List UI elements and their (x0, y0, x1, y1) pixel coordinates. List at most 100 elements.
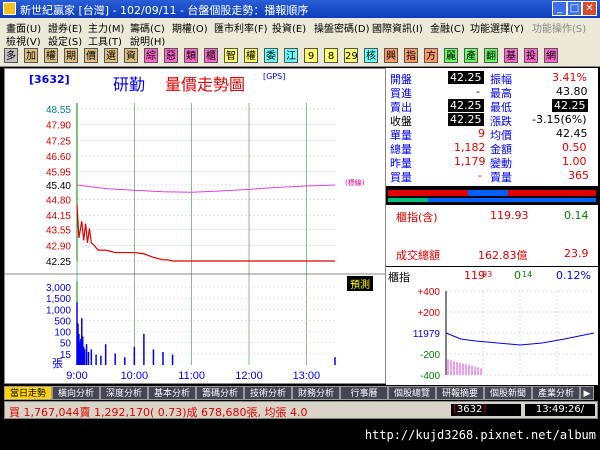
mini-change: 0 (514, 269, 521, 282)
volume-tick-label: 500 (54, 316, 71, 327)
otc-total-label: 成交總額 (396, 249, 440, 262)
mini-tick-label: +400 (417, 287, 440, 298)
toolbar-button-2[interactable]: 權 (44, 48, 58, 63)
quote-panel: 開盤 42.25 振幅 3.41% 買進 - 最高 43.80 賣出 42.25… (386, 68, 598, 385)
toolbar-button-21[interactable]: 方 (424, 48, 438, 63)
window-title: 新世紀贏家 [台灣] - 102/09/11 - 台盤個股走勢：播報順序 (20, 4, 309, 17)
toolbar-button-5[interactable]: 選 (104, 48, 118, 63)
toolbar-button-19[interactable]: 興 (384, 48, 398, 63)
app-window: 新世紀贏家 [台灣] - 102/09/11 - 台盤個股走勢：播報順序 _ □… (0, 0, 600, 450)
mini-pct: 0.12% (556, 269, 591, 282)
menu-forex[interactable]: 匯市利率(F) (214, 20, 268, 35)
toolbar-button-7[interactable]: 綜 (144, 48, 158, 63)
mini-tick-label: -200 (420, 350, 440, 361)
toolbar-button-8[interactable]: 惡 (164, 48, 178, 63)
toolbar-button-24[interactable]: 翻 (484, 48, 498, 63)
otc-value: 119.93 (490, 209, 529, 222)
menu-options[interactable]: 期權(O) (172, 20, 208, 35)
tab-10[interactable]: 個股新聞 (484, 386, 532, 400)
sell-vol-value: 365 (568, 169, 589, 182)
menu-bar: 畫面(U) 證券(E) 主力(M) 籌碼(C) 期權(O) 匯市利率(F) 投資… (0, 18, 600, 48)
time-tick-label: 11:00 (178, 370, 205, 382)
price-tick-label: 45.95 (46, 168, 71, 179)
otc-change: 0.14 (564, 209, 589, 222)
change-value: -3.15(6%) (532, 113, 587, 126)
otc-total-value: 162.83億 (478, 249, 528, 262)
bid-value: - (476, 85, 480, 98)
toolbar-button-12[interactable]: 權 (244, 48, 258, 63)
tab-3[interactable]: 基本分析 (148, 386, 196, 400)
title-bar: 新世紀贏家 [台灣] - 102/09/11 - 台盤個股走勢：播報順序 _ □… (0, 0, 600, 18)
toolbar-button-23[interactable]: 產 (464, 48, 478, 63)
menu-international[interactable]: 國際資訊(I) (372, 20, 423, 35)
app-icon (3, 2, 16, 15)
toolbar-button-1[interactable]: 加 (24, 48, 38, 63)
price-tick-label: 42.25 (46, 257, 71, 268)
menu-function-select[interactable]: 功能選擇(Y) (470, 20, 524, 35)
tab-8[interactable]: 個股總覽 (388, 386, 436, 400)
avg-value: 42.45 (556, 127, 588, 140)
price-tick-label: 47.90 (46, 121, 71, 132)
tab-6[interactable]: 財務分析 (292, 386, 340, 400)
price-tick-label: 43.55 (46, 226, 71, 237)
menu-function-operate[interactable]: 功能操作(S) (532, 20, 586, 35)
otc-mini-chart: +400 +200 11979 -200 -400 (413, 287, 595, 382)
buy-vol-value: - (478, 169, 482, 182)
toolbar: 多加權期價選資綜惡類櫃智權委江 9 8 29 核興指方麗產翻基投網 (0, 46, 600, 67)
tab-2[interactable]: 深度分析 (100, 386, 148, 400)
mini-chart-box: 櫃指 119 93 0 14 0.12% +400 +200 11979 -200 -4… (386, 266, 598, 385)
minimize-button[interactable]: _ (552, 1, 567, 16)
forecast-label[interactable]: 預測 (347, 276, 373, 291)
price-tick-label: 46.60 (46, 152, 71, 163)
toolbar-button-0[interactable]: 多 (4, 48, 18, 63)
buy-vol-label: 買量 (390, 171, 412, 184)
open-value: 42.25 (448, 71, 484, 84)
toolbar-button-11[interactable]: 智 (224, 48, 238, 63)
high-value: 43.80 (556, 85, 588, 98)
toolbar-button-27[interactable]: 網 (544, 48, 558, 63)
prev-vol-value: 1,179 (454, 155, 486, 168)
menu-investment[interactable]: 投資(E) (272, 20, 306, 35)
status-code-box[interactable]: [3632] (451, 404, 521, 416)
close-button[interactable]: ✕ (582, 1, 597, 16)
toolbar-button-13[interactable]: 委 (264, 48, 278, 63)
low-value: 42.25 (552, 99, 588, 112)
maximize-button[interactable]: □ (567, 1, 582, 16)
toolbar-button-22[interactable]: 麗 (444, 48, 458, 63)
toolbar-button-15[interactable]: 9 (304, 48, 318, 63)
toolbar-button-18[interactable]: 核 (364, 48, 378, 63)
tabs-scroll-icon[interactable]: ▶ (580, 386, 594, 400)
toolbar-button-17[interactable]: 29 (344, 48, 358, 63)
analysis-tabs: 當日走勢 橫向分析 深度分析 基本分析 籌碼分析 技術分析 財務分析 行事曆 個股總覽 研報摘要個… (4, 386, 598, 400)
tab-5[interactable]: 技術分析 (244, 386, 292, 400)
menu-trade-code[interactable]: 操盤密碼(D) (314, 20, 370, 35)
tab-1[interactable]: 橫向分析 (52, 386, 100, 400)
tab-7[interactable]: 行事曆 (340, 386, 388, 400)
volume-tick-label: 50 (60, 339, 72, 350)
tab-0[interactable]: 當日走勢 (4, 386, 52, 400)
toolbar-button-16[interactable]: 8 (324, 48, 338, 63)
toolbar-button-25[interactable]: 基 (504, 48, 518, 63)
bid-ask-bar (386, 186, 598, 204)
toolbar-button-3[interactable]: 期 (64, 48, 78, 63)
chart-panel: [3632] 研勤 量價走勢圖 [GPS] 48.55 47.90 47.25 46.… (4, 68, 387, 384)
volume-tick-label: 3,000 (46, 283, 71, 294)
total-vol-value: 1,182 (454, 141, 486, 154)
tab-9[interactable]: 研報摘要 (436, 386, 484, 400)
menu-finance[interactable]: 金融(C) (430, 20, 465, 35)
toolbar-button-6[interactable]: 資 (124, 48, 138, 63)
toolbar-button-14[interactable]: 江 (284, 48, 298, 63)
toolbar-button-4[interactable]: 價 (84, 48, 98, 63)
unit-vol-value: 9 (478, 127, 485, 140)
toolbar-button-10[interactable]: 櫃 (204, 48, 218, 63)
toolbar-button-9[interactable]: 類 (184, 48, 198, 63)
tab-11[interactable]: 產業分析 (532, 386, 580, 400)
price-tick-label: 44.80 (46, 195, 71, 206)
volume-tick-label: 100 (54, 328, 71, 339)
turnover-value: 1.00 (562, 155, 587, 168)
time-tick-label: 12:00 (235, 370, 263, 382)
price-tick-label: 47.25 (46, 136, 71, 147)
toolbar-button-26[interactable]: 投 (524, 48, 538, 63)
toolbar-button-20[interactable]: 指 (404, 48, 418, 63)
tab-4[interactable]: 籌碼分析 (196, 386, 244, 400)
